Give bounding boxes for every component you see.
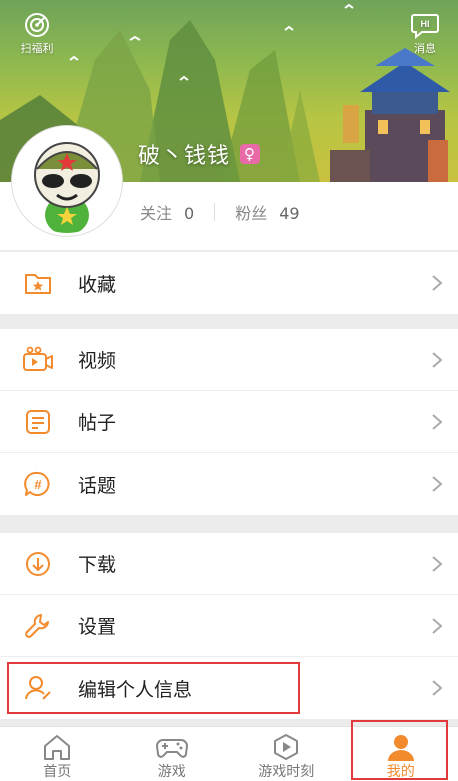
- menu-item-posts[interactable]: 帖子: [0, 391, 458, 453]
- hashtag-bubble-icon: #: [22, 468, 54, 500]
- chevron-right-icon: [432, 556, 443, 572]
- download-icon: [22, 548, 54, 580]
- user-edit-icon: [22, 672, 54, 704]
- messages-label: 消息: [414, 42, 436, 55]
- username: 破丶钱钱: [138, 144, 231, 169]
- favorites-label: 收藏: [78, 273, 117, 296]
- tab-home[interactable]: 首页: [0, 727, 115, 781]
- menu-item-edit-profile[interactable]: 编辑个人信息: [0, 657, 458, 719]
- chevron-right-icon: [432, 275, 443, 291]
- tab-games-label: 游戏: [157, 764, 186, 780]
- menu-item-downloads[interactable]: 下载: [0, 533, 458, 595]
- menu-group-system: 下载 设置 编辑个人信息: [0, 533, 458, 719]
- following-label: 关注: [140, 204, 173, 223]
- message-badge: HI: [421, 19, 430, 29]
- videos-label: 视频: [78, 350, 117, 372]
- tab-home-label: 首页: [43, 764, 72, 780]
- fans-count: 49: [279, 204, 300, 223]
- chevron-right-icon: [432, 618, 443, 634]
- menu-item-videos[interactable]: 视频: [0, 329, 458, 391]
- tab-game-moments[interactable]: 游戏时刻: [229, 727, 344, 781]
- folder-star-icon: [22, 267, 54, 299]
- tab-games[interactable]: 游戏: [115, 727, 230, 781]
- menu-item-settings[interactable]: 设置: [0, 595, 458, 657]
- messages-button[interactable]: HI 消息: [402, 10, 448, 56]
- chevron-right-icon: [432, 414, 443, 430]
- wrench-icon: [22, 610, 54, 642]
- play-hexagon-icon: [269, 733, 303, 761]
- radar-scan-icon: [22, 10, 52, 40]
- following-stat[interactable]: 关注 0: [140, 200, 194, 224]
- chevron-right-icon: [432, 680, 443, 696]
- menu-item-topics[interactable]: # 话题: [0, 453, 458, 515]
- scan-rewards-button[interactable]: 扫福利: [14, 10, 60, 56]
- stats-divider: [214, 203, 216, 221]
- cartoon-avatar-icon: [15, 129, 119, 233]
- user-name-row: 破丶钱钱 ♀: [138, 138, 261, 170]
- female-gender-icon: ♀: [240, 144, 261, 164]
- menu-group-content: 视频 帖子 # 话题: [0, 329, 458, 515]
- tab-mine-label: 我的: [386, 764, 415, 780]
- edit-profile-label: 编辑个人信息: [78, 678, 193, 701]
- topics-label: 话题: [78, 474, 117, 497]
- tab-mine[interactable]: 我的: [344, 727, 458, 781]
- bottom-tab-bar: 首页 游戏 游戏时刻 我的: [0, 726, 458, 781]
- scan-label: 扫福利: [20, 42, 54, 55]
- avatar[interactable]: [12, 126, 122, 236]
- gamepad-icon: [155, 733, 189, 761]
- menu-item-favorites[interactable]: 收藏: [0, 252, 458, 314]
- home-icon: [40, 733, 74, 761]
- chevron-right-icon: [432, 476, 443, 492]
- fans-label: 粉丝: [235, 204, 268, 223]
- posts-label: 帖子: [78, 412, 117, 434]
- post-document-icon: [22, 406, 54, 438]
- menu-group-favorites: 收藏: [0, 252, 458, 314]
- tab-game-moments-label: 游戏时刻: [258, 764, 315, 780]
- follow-stats: 关注 0 粉丝 49: [140, 200, 300, 224]
- following-count: 0: [184, 204, 195, 223]
- settings-label: 设置: [78, 616, 117, 638]
- fans-stat[interactable]: 粉丝 49: [235, 200, 299, 224]
- svg-text:#: #: [34, 477, 42, 492]
- chat-bubble-icon: HI: [410, 10, 440, 40]
- user-icon: [384, 733, 418, 761]
- downloads-label: 下载: [78, 554, 117, 576]
- chevron-right-icon: [432, 352, 443, 368]
- video-camera-icon: [22, 344, 54, 376]
